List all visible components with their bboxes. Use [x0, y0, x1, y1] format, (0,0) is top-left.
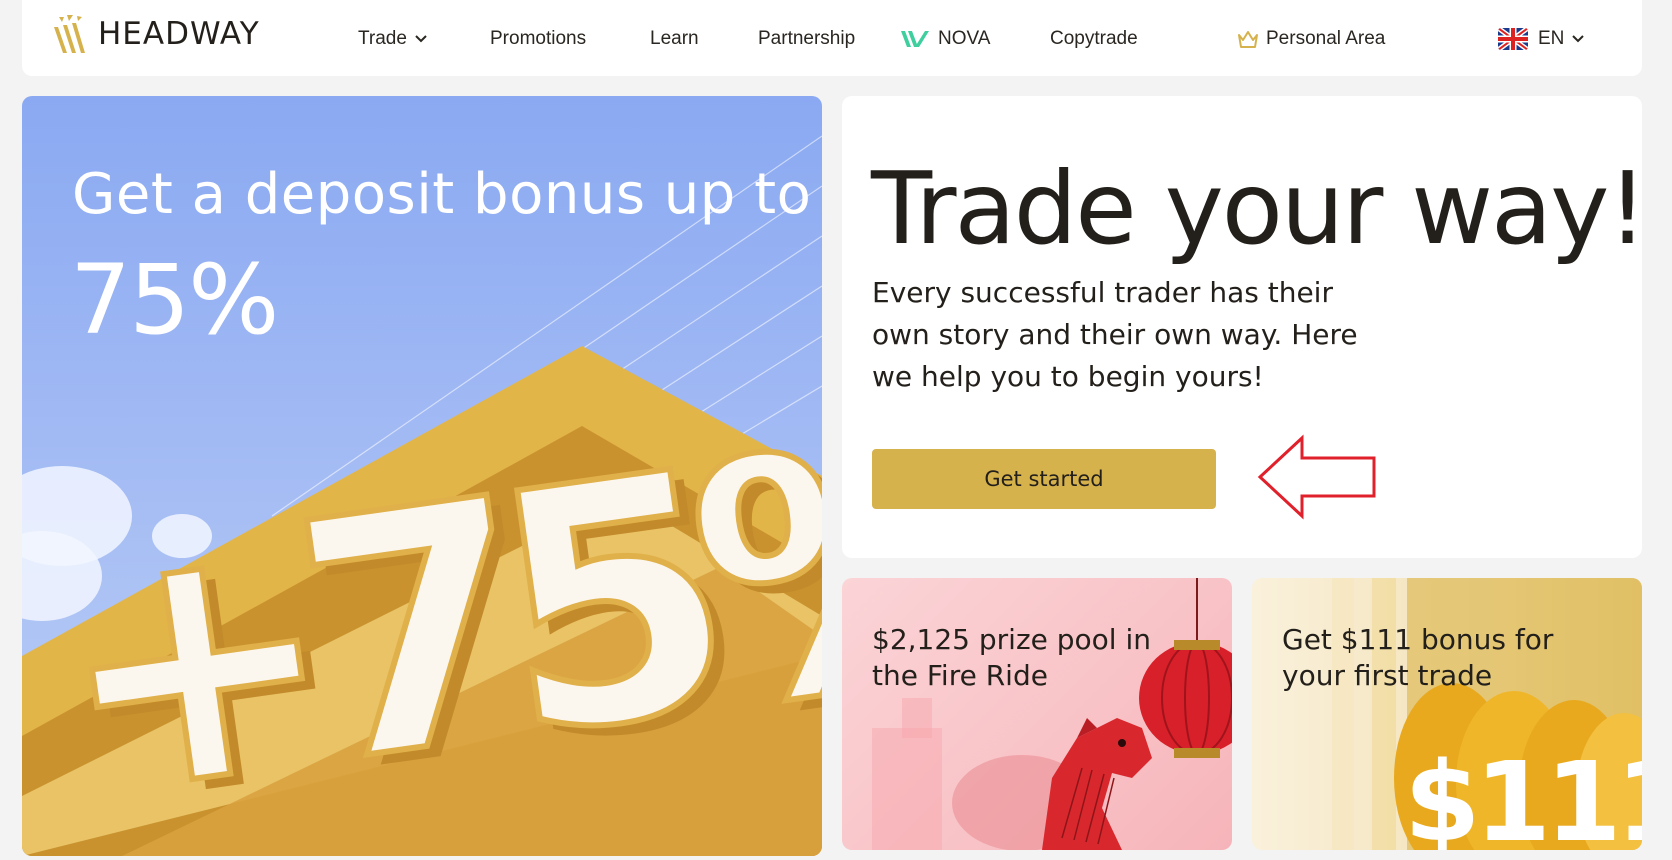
- nav-item-trade-label: Trade: [358, 28, 407, 49]
- crown-icon: [1238, 31, 1258, 48]
- nova-icon: [901, 31, 929, 47]
- top-navigation: HEADWAY Trade Promotions Learn Partnersh…: [22, 0, 1642, 76]
- language-label: EN: [1538, 28, 1565, 49]
- svg-text:$111: $111: [1404, 738, 1642, 850]
- chevron-down-icon: [1572, 35, 1585, 43]
- nav-item-nova[interactable]: NOVA: [900, 28, 990, 50]
- uk-flag-icon: [1498, 28, 1528, 50]
- get-started-button[interactable]: Get started: [872, 449, 1216, 509]
- brand-name: HEADWAY: [98, 16, 260, 52]
- promo-percent: 75%: [70, 244, 279, 356]
- nav-item-nova-label: NOVA: [938, 28, 991, 49]
- nav-item-partnership[interactable]: Partnership: [758, 28, 855, 50]
- nav-item-personal-area-label: Personal Area: [1266, 28, 1386, 49]
- nav-item-personal-area[interactable]: Personal Area: [1236, 28, 1385, 50]
- fire-ride-card-title: $2,125 prize pool in the Fire Ride: [872, 623, 1152, 692]
- coins-111-illustration: $111: [1332, 578, 1642, 850]
- fire-ride-promo-card[interactable]: $2,125 prize pool in the Fire Ride: [842, 578, 1232, 850]
- hero-subtitle: Every successful trader has their own st…: [872, 276, 1358, 393]
- first-trade-bonus-card[interactable]: $111 Get $111 bonus for your first trade: [1252, 578, 1642, 850]
- red-arrow-icon: [1257, 434, 1376, 520]
- nav-item-copytrade[interactable]: Copytrade: [1050, 28, 1138, 50]
- chevron-down-icon: [415, 35, 427, 43]
- horse-lantern-illustration: [872, 578, 1232, 850]
- hero-card: Trade your way! Every successful trader …: [842, 96, 1648, 558]
- deposit-bonus-banner[interactable]: +75% +75% Get a deposit bonus up to 75%: [22, 96, 822, 856]
- headway-logo[interactable]: HEADWAY: [52, 12, 260, 56]
- headway-logo-icon: [54, 15, 85, 53]
- nav-item-trade[interactable]: Trade: [358, 28, 429, 50]
- first-trade-card-title: Get $111 bonus for your first trade: [1282, 623, 1554, 692]
- language-selector[interactable]: EN: [1498, 28, 1586, 50]
- nav-item-promotions[interactable]: Promotions: [490, 28, 586, 50]
- hero-title: Trade your way!: [871, 150, 1648, 267]
- promo-heading: Get a deposit bonus up to: [72, 162, 812, 227]
- nav-item-learn[interactable]: Learn: [650, 28, 699, 50]
